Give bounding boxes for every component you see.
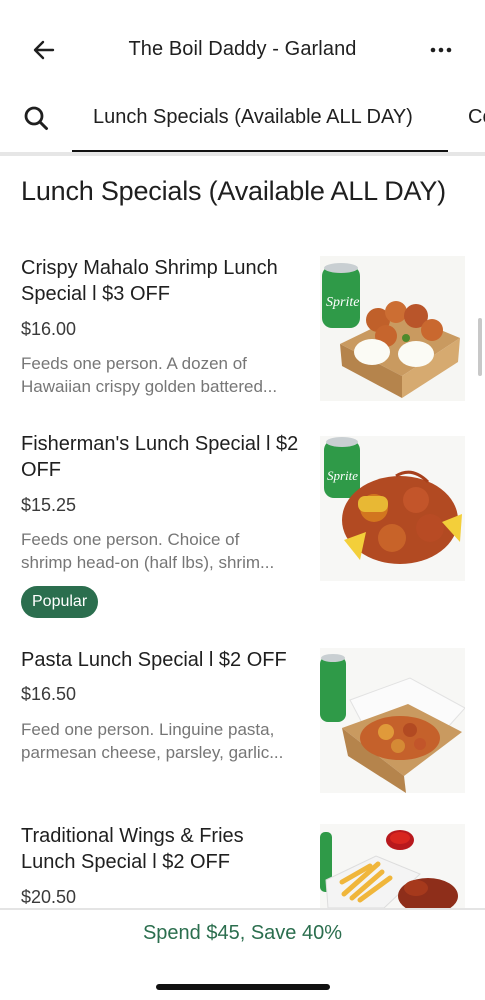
item-name: Crispy Mahalo Shrimp Lunch Special l $3 … [21, 257, 278, 305]
item-image: Sprite [320, 436, 465, 581]
menu-item-card[interactable]: Crispy Mahalo Shrimp Lunch Special l $3 … [0, 250, 485, 410]
tab-next-category[interactable]: Co [468, 106, 485, 129]
item-image: Sprite [320, 256, 465, 401]
item-description: Feed one person. Linguine pasta, parmesa… [21, 720, 284, 762]
item-price: $16.50 [21, 684, 77, 704]
menu-item-card[interactable]: Fisherman's Lunch Special l $2 OFF $15.2… [0, 430, 485, 626]
section-title: Lunch Specials (Available ALL DAY) [21, 176, 446, 206]
item-name: Traditional Wings & Fries Lunch Special … [21, 825, 244, 873]
menu-item-card[interactable]: Pasta Lunch Special l $2 OFF $16.50 Feed… [0, 646, 485, 804]
tab-label: Lunch Specials (Available ALL DAY) [93, 106, 413, 128]
menu-search-button[interactable] [20, 102, 52, 134]
top-app-bar: The Boil Daddy - Garland [0, 0, 485, 100]
item-price: $15.25 [21, 495, 77, 515]
popular-badge: Popular [21, 586, 99, 618]
promo-text[interactable]: Spend $45, Save 40% [0, 922, 485, 945]
more-options-button[interactable] [424, 34, 458, 66]
menu-item-card[interactable]: Traditional Wings & Fries Lunch Special … [0, 822, 485, 908]
more-horizontal-icon [430, 47, 452, 53]
category-tab-bar: Lunch Specials (Available ALL DAY) Co [0, 92, 485, 156]
store-title: The Boil Daddy - Garland [128, 38, 357, 60]
item-image [320, 648, 465, 793]
svg-text:Sprite: Sprite [326, 295, 359, 310]
item-image [320, 824, 465, 908]
search-icon [24, 106, 48, 130]
item-name: Pasta Lunch Special l $2 OFF [21, 649, 287, 671]
item-name: Fisherman's Lunch Special l $2 OFF [21, 433, 299, 481]
svg-text:Sprite: Sprite [327, 468, 358, 483]
home-indicator [156, 984, 330, 990]
tab-divider [0, 152, 485, 156]
item-description: Feeds one person. Choice of shrimp head-… [21, 530, 275, 572]
scrollbar-thumb[interactable] [478, 318, 482, 376]
item-price: $20.50 [21, 887, 77, 907]
tab-lunch-specials[interactable]: Lunch Specials (Available ALL DAY) [72, 92, 448, 156]
bottom-promo-bar: Spend $45, Save 40% [0, 908, 485, 1000]
item-description: Feeds one person. A dozen of Hawaiian cr… [21, 354, 278, 396]
item-price: $16.00 [21, 319, 77, 339]
